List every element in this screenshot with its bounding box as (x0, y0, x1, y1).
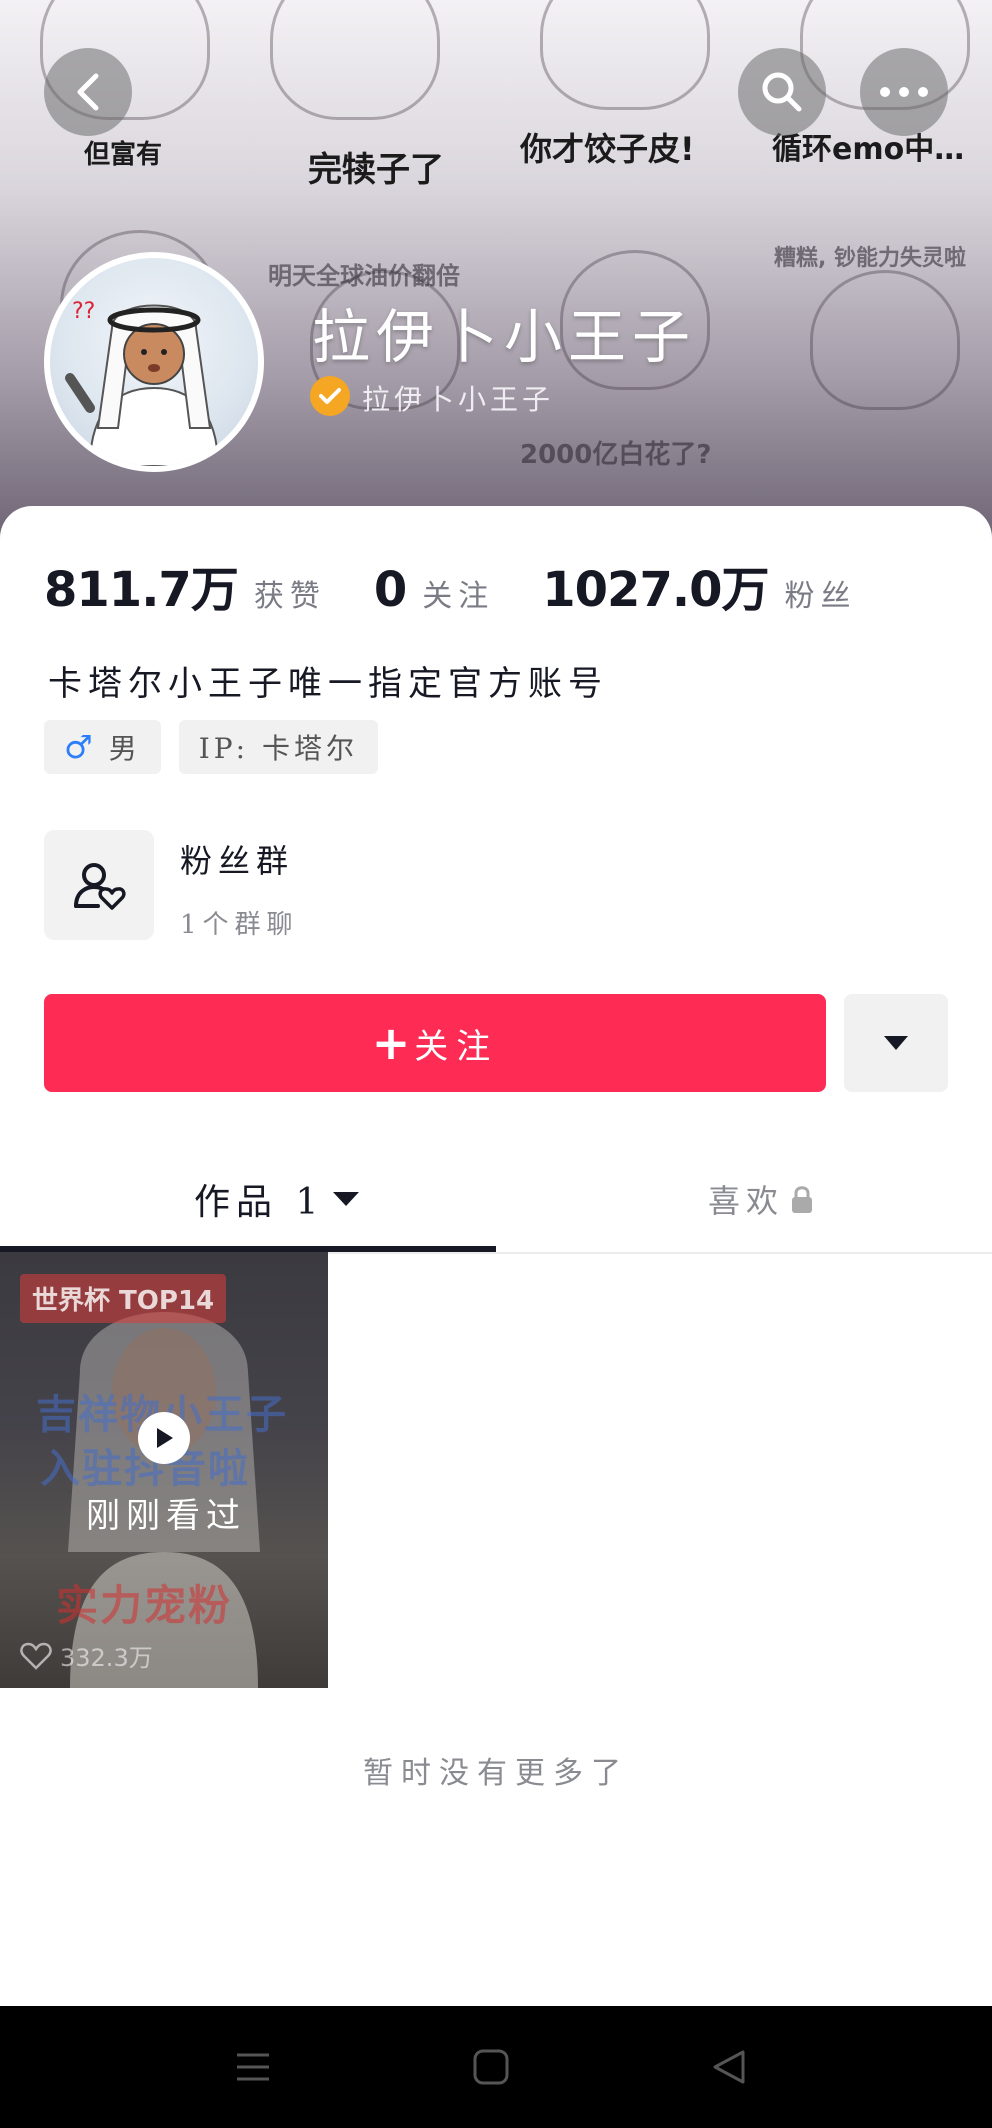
profile-banner: 但富有 完犊子了 你才饺子皮! 循环emo中… 明天全球油价翻倍 糟糕, 钞能力… (0, 0, 992, 540)
follow-button[interactable]: + 关注 (44, 994, 826, 1092)
fan-group-subtitle: 1个群聊 (180, 910, 299, 940)
fan-group-entry[interactable]: 粉丝群 1个群聊 (44, 830, 299, 941)
caret-down-icon (333, 1192, 360, 1206)
play-icon (138, 1412, 190, 1464)
search-button[interactable] (738, 48, 826, 136)
fan-group-title: 粉丝群 (180, 842, 295, 880)
user-heart-icon (74, 863, 126, 910)
tab-likes-label: 喜欢 (708, 1182, 785, 1220)
gender-tag: ♂ 男 (44, 720, 161, 774)
caret-down-icon (884, 1036, 908, 1050)
tab-likes[interactable]: 喜欢 (708, 1146, 814, 1252)
following-label: 关注 (422, 579, 495, 614)
triangle-back-icon (713, 2050, 745, 2084)
likes-label: 获赞 (253, 579, 326, 614)
system-nav-bar (0, 2006, 992, 2128)
heart-icon (20, 1642, 52, 1670)
nav-back-button[interactable] (704, 2042, 754, 2092)
video-likes: 332.3万 (20, 1638, 153, 1673)
banner-caption: 2000亿白花了? (520, 440, 712, 470)
nav-home-button[interactable] (466, 2042, 516, 2092)
ip-label: IP: 卡塔尔 (198, 732, 358, 765)
tab-works-label: 作品 1 (194, 1182, 325, 1223)
banner-caption: 糟糕, 钞能力失灵啦 (774, 246, 967, 271)
end-of-list-text: 暂时没有更多了 (363, 1756, 629, 1791)
banner-caption: 完犊子了 (308, 150, 444, 190)
recommend-dropdown-button[interactable] (844, 994, 948, 1092)
banner-sticker (810, 270, 960, 410)
following-count[interactable]: 0 (374, 562, 407, 618)
menu-icon (237, 2053, 269, 2081)
avatar[interactable]: ?? (44, 252, 264, 472)
tab-works[interactable]: 作品 1 (194, 1146, 360, 1252)
profile-handle: 拉伊卜小王子 (362, 383, 555, 416)
content-tabs: 作品 1 喜欢 (0, 1146, 992, 1254)
plus-icon: + (371, 1016, 411, 1070)
followers-count[interactable]: 1027.0万 (542, 550, 769, 620)
banner-sticker (270, 0, 440, 120)
nav-menu-button[interactable] (228, 2042, 278, 2092)
banner-caption: 明天全球油价翻倍 (268, 262, 460, 290)
video-like-count: 332.3万 (60, 1644, 153, 1672)
search-icon (762, 72, 802, 112)
video-thumbnail[interactable]: 世界杯 TOP14 吉祥物小王子 入驻抖音啦 实力宠粉 刚刚看过 332.3万 (0, 1252, 328, 1688)
more-options-button[interactable] (860, 48, 948, 136)
back-button[interactable] (44, 48, 132, 136)
verified-badge (310, 376, 350, 416)
gender-label: 男 (108, 732, 141, 765)
profile-card: 811.7万 获赞 0 关注 1027.0万 粉丝 卡塔尔小王子唯一指定官方账号… (0, 506, 992, 2006)
likes-count[interactable]: 811.7万 (44, 550, 239, 620)
fan-group-icon-box (44, 830, 154, 940)
video-badge: 世界杯 TOP14 (20, 1274, 227, 1323)
checkmark-icon (319, 388, 341, 404)
square-icon (473, 2049, 509, 2085)
banner-sticker (540, 0, 710, 110)
video-title-bottom: 实力宠粉 (56, 1581, 233, 1630)
lock-icon (792, 1186, 813, 1213)
chevron-left-icon (77, 73, 99, 111)
profile-bio: 卡塔尔小王子唯一指定官方账号 (48, 664, 608, 704)
profile-tags: ♂ 男 IP: 卡塔尔 (44, 720, 378, 774)
follow-label: 关注 (414, 1026, 499, 1067)
svg-text:??: ?? (72, 299, 95, 324)
male-icon: ♂ (64, 728, 97, 766)
ip-tag: IP: 卡塔尔 (178, 720, 378, 774)
avatar-illustration: ?? (65, 299, 220, 466)
followers-label: 粉丝 (784, 579, 857, 614)
banner-caption: 但富有 (84, 140, 163, 170)
ellipsis-icon (880, 87, 928, 97)
profile-name: 拉伊卜小王子 (312, 303, 697, 371)
recently-watched-label: 刚刚看过 (86, 1496, 246, 1536)
banner-caption: 你才饺子皮! (520, 130, 695, 168)
stats-row: 811.7万 获赞 0 关注 1027.0万 粉丝 (44, 550, 856, 620)
